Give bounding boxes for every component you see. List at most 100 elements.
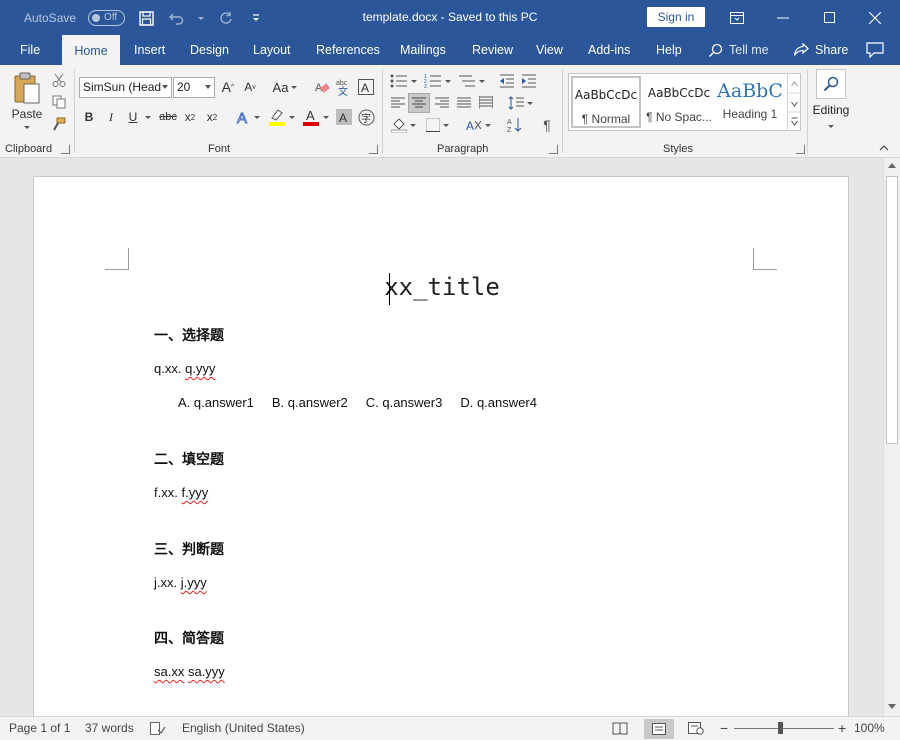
justify-icon[interactable] xyxy=(454,93,474,113)
choice-c: C. q.answer3 xyxy=(365,395,443,410)
multilevel-list-icon[interactable] xyxy=(456,71,486,91)
grow-font-icon[interactable]: A ^ xyxy=(219,77,237,97)
share-button[interactable]: Share xyxy=(793,35,848,65)
undo-icon[interactable] xyxy=(167,9,185,27)
strikethrough-button[interactable]: abc xyxy=(157,107,179,127)
character-shading-icon[interactable]: A xyxy=(335,107,353,127)
font-color-icon[interactable]: A xyxy=(299,107,331,127)
bullets-icon[interactable] xyxy=(388,71,418,91)
undo-dropdown-icon[interactable] xyxy=(197,9,205,27)
clipboard-launcher-icon[interactable] xyxy=(61,145,70,154)
numbering-icon[interactable]: 123 xyxy=(422,71,452,91)
format-painter-icon[interactable] xyxy=(50,115,68,133)
sign-in-button[interactable]: Sign in xyxy=(647,7,705,27)
line-spacing-icon[interactable] xyxy=(505,93,535,113)
style-no-spacing[interactable]: AaBbCcDc ¶ No Spac... xyxy=(644,76,714,128)
font-name-combo[interactable]: SimSun (Head xyxy=(79,77,172,98)
underline-button[interactable]: U xyxy=(124,107,142,127)
tab-mailings[interactable]: Mailings xyxy=(400,35,446,65)
paragraph-launcher-icon[interactable] xyxy=(549,145,558,154)
distributed-icon[interactable] xyxy=(476,93,496,113)
question-text: f.yyy xyxy=(181,485,209,500)
proofing-icon[interactable] xyxy=(150,722,166,736)
show-hide-marks-icon[interactable]: ¶ xyxy=(537,115,557,135)
ribbon-display-options-icon[interactable] xyxy=(714,0,760,35)
tab-references[interactable]: References xyxy=(316,35,380,65)
italic-button[interactable]: I xyxy=(102,107,120,127)
character-border-icon[interactable]: A xyxy=(356,77,376,97)
clear-formatting-icon[interactable]: A xyxy=(312,77,332,97)
decrease-indent-icon[interactable] xyxy=(497,71,517,91)
style-heading-1[interactable]: AaBbC Heading 1 xyxy=(715,76,785,128)
read-mode-icon[interactable] xyxy=(612,722,628,736)
document-page[interactable]: xx_title 一、选择题 q.xx. q.yyy A. q.answer1 … xyxy=(33,176,849,716)
editing-dropdown-icon xyxy=(828,125,834,128)
paste-button[interactable]: Paste xyxy=(8,71,46,137)
tab-review[interactable]: Review xyxy=(472,35,513,65)
tab-add-ins[interactable]: Add-ins xyxy=(588,35,630,65)
shading-icon[interactable] xyxy=(388,115,418,135)
align-left-icon[interactable] xyxy=(388,93,408,113)
collapse-ribbon-icon[interactable] xyxy=(876,141,892,155)
autosave-toggle[interactable]: Off xyxy=(88,10,126,26)
scrollbar-thumb[interactable] xyxy=(886,176,898,444)
font-launcher-icon[interactable] xyxy=(369,145,378,154)
editing-button[interactable]: Editing xyxy=(811,69,851,139)
shrink-font-icon[interactable]: Av xyxy=(241,77,259,97)
styles-launcher-icon[interactable] xyxy=(796,145,805,154)
copy-icon[interactable] xyxy=(50,93,68,111)
language[interactable]: English (United States) xyxy=(182,717,305,740)
highlight-color-icon[interactable] xyxy=(265,107,297,127)
page-count[interactable]: Page 1 of 1 xyxy=(9,717,70,740)
tab-insert[interactable]: Insert xyxy=(134,35,165,65)
asian-layout-icon[interactable]: A xyxy=(463,115,493,135)
text-effects-icon[interactable]: A xyxy=(232,107,262,127)
increase-indent-icon[interactable] xyxy=(519,71,539,91)
section-heading: 一、选择题 xyxy=(154,328,224,344)
customize-qat-icon[interactable] xyxy=(247,9,265,27)
styles-scroll[interactable] xyxy=(787,74,801,130)
zoom-slider[interactable] xyxy=(734,728,834,729)
word-count[interactable]: 37 words xyxy=(85,717,134,740)
tab-layout[interactable]: Layout xyxy=(253,35,291,65)
zoom-in-button[interactable]: + xyxy=(838,717,846,740)
align-center-icon[interactable] xyxy=(408,93,430,113)
tab-design[interactable]: Design xyxy=(190,35,229,65)
style-normal[interactable]: AaBbCcDc ¶ Normal xyxy=(571,76,641,128)
status-bar: Page 1 of 1 37 words English (United Sta… xyxy=(0,716,900,740)
subscript-button[interactable]: x2 xyxy=(181,107,199,127)
tab-file[interactable]: File xyxy=(20,35,40,65)
svg-text:Z: Z xyxy=(507,127,512,133)
tab-home[interactable]: Home xyxy=(62,35,120,65)
sort-icon[interactable]: AZ xyxy=(505,115,525,135)
phonetic-guide-icon[interactable]: abc 文 xyxy=(334,77,354,97)
maximize-icon[interactable] xyxy=(806,0,852,35)
zoom-out-button[interactable]: − xyxy=(720,717,728,740)
scroll-down-icon[interactable] xyxy=(888,704,896,709)
bold-button[interactable]: B xyxy=(80,107,98,127)
cut-icon[interactable] xyxy=(50,71,68,89)
zoom-slider-thumb[interactable] xyxy=(778,722,783,734)
save-icon[interactable] xyxy=(137,9,155,27)
redo-icon[interactable] xyxy=(217,9,235,27)
font-size-combo[interactable]: 20 xyxy=(173,77,215,98)
editing-label: Editing xyxy=(812,103,850,117)
zoom-level[interactable]: 100% xyxy=(854,717,885,740)
minimize-icon[interactable] xyxy=(760,0,806,35)
superscript-button[interactable]: x2 xyxy=(203,107,221,127)
tab-view[interactable]: View xyxy=(536,35,563,65)
vertical-scrollbar[interactable] xyxy=(883,158,900,716)
tab-help[interactable]: Help xyxy=(656,35,682,65)
underline-dropdown-icon[interactable] xyxy=(143,107,153,127)
change-case-icon[interactable]: Aa xyxy=(270,77,300,97)
web-layout-icon[interactable] xyxy=(688,722,704,736)
comments-icon[interactable] xyxy=(866,42,884,58)
document-heading-title: xx_title xyxy=(384,273,500,301)
align-right-icon[interactable] xyxy=(432,93,452,113)
enclose-characters-icon[interactable]: 字 xyxy=(357,107,375,127)
scroll-up-icon[interactable] xyxy=(888,163,896,168)
close-icon[interactable] xyxy=(852,0,898,35)
tell-me-box[interactable]: Tell me xyxy=(708,35,769,65)
borders-icon[interactable] xyxy=(422,115,452,135)
print-layout-icon[interactable] xyxy=(644,719,674,739)
